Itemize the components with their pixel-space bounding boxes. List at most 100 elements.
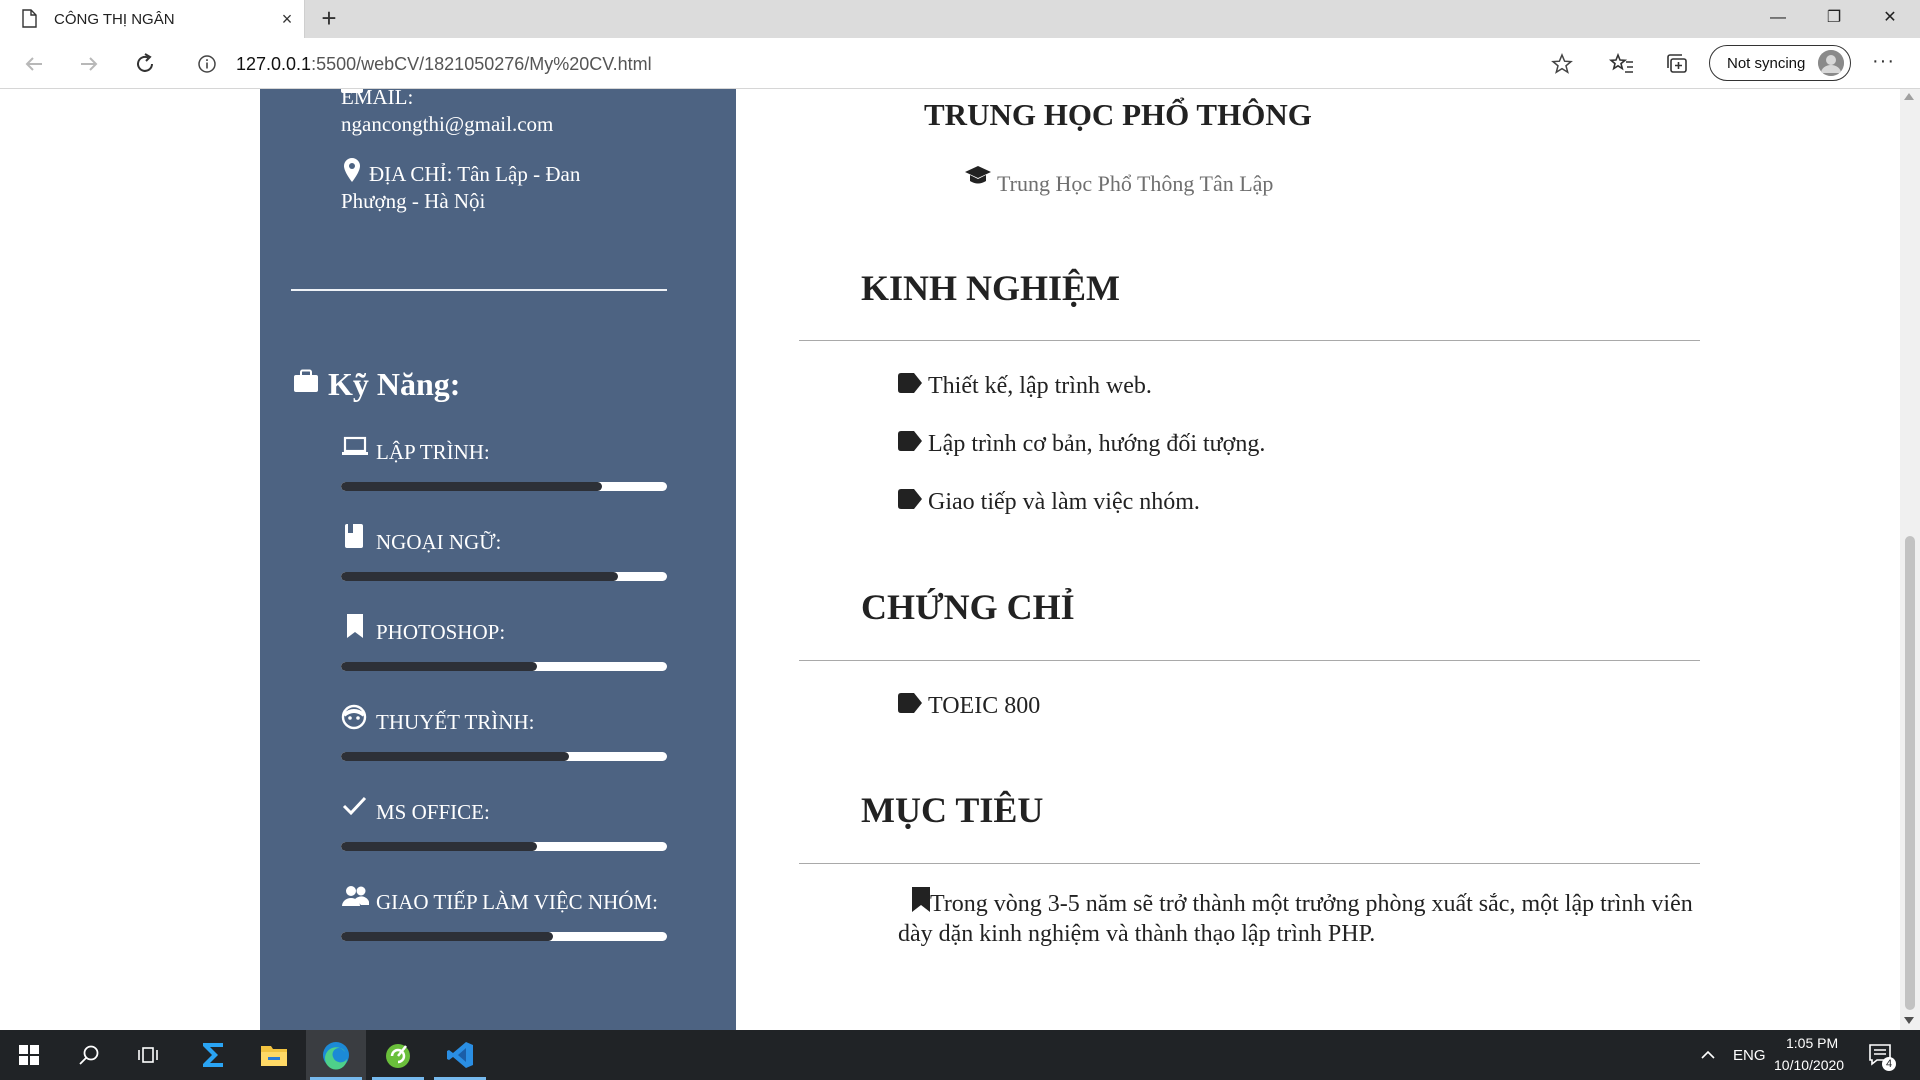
experience-item: Thiết kế, lập trình web. (898, 371, 1680, 401)
sync-label: Not syncing (1727, 55, 1806, 72)
skill-progress-bar (341, 932, 667, 941)
tab-strip: CÔNG THỊ NGÂN × + — ❐ ✕ (0, 0, 1920, 38)
skill-foreign-language: NGOẠI NGỮ: (341, 524, 667, 584)
taskbar-sigma-app[interactable] (183, 1030, 243, 1080)
scroll-up-arrow-icon[interactable] (1904, 93, 1914, 100)
favorites-icon[interactable] (1608, 50, 1636, 78)
notification-count-badge: 4 (1882, 1057, 1897, 1071)
skill-progress-bar (341, 572, 667, 581)
refresh-icon[interactable] (131, 50, 159, 78)
restore-button[interactable]: ❐ (1806, 0, 1862, 36)
bookmark-icon (347, 614, 363, 638)
smile-icon (341, 704, 367, 730)
skill-programming: LẬP TRÌNH: (341, 434, 667, 494)
skill-teamwork: GIAO TIẾP LÀM VIỆC NHÓM: (341, 884, 667, 944)
scrollbar-thumb[interactable] (1905, 536, 1915, 1010)
url-text[interactable]: 127.0.0.1:5500/webCV/1821050276/My%20CV.… (236, 54, 652, 75)
skill-label: GIAO TIẾP LÀM VIỆC NHÓM: (376, 890, 658, 914)
edge-browser-icon (323, 1042, 349, 1070)
minimize-button[interactable]: — (1750, 0, 1806, 36)
vertical-scrollbar[interactable] (1900, 89, 1920, 1030)
skill-label: NGOẠI NGỮ: (376, 530, 502, 554)
profile-avatar-icon (1818, 50, 1844, 76)
book-icon (345, 524, 363, 548)
skill-progress-fill (341, 572, 619, 581)
sidebar-divider (291, 289, 667, 291)
goal-text: Trong vòng 3-5 năm sẽ trở thành một trưở… (898, 891, 1693, 947)
skill-progress-bar (341, 482, 667, 491)
taskbar-vscode[interactable] (430, 1030, 490, 1080)
task-view-icon[interactable] (138, 1044, 160, 1066)
taskbar-app-green[interactable] (368, 1030, 428, 1080)
tab-cv[interactable]: CÔNG THỊ NGÂN × (0, 0, 305, 38)
tab-title: CÔNG THỊ NGÂN (54, 11, 175, 28)
tag-icon (898, 693, 922, 713)
taskbar-file-explorer[interactable] (244, 1030, 304, 1080)
folder-icon (261, 1046, 287, 1066)
clock-date[interactable]: 10/10/2020 (1774, 1057, 1844, 1073)
experience-divider (799, 340, 1700, 341)
url-host: 127.0.0.1 (236, 54, 312, 74)
skill-photoshop: PHOTOSHOP: (341, 614, 667, 674)
new-tab-button[interactable]: + (316, 5, 342, 32)
site-info-icon[interactable] (197, 54, 217, 74)
collections-icon[interactable] (1663, 50, 1691, 78)
education-heading: TRUNG HỌC PHỔ THÔNG (924, 97, 1312, 132)
skills-heading: Kỹ Năng: (328, 366, 461, 402)
page-viewport: EMAIL: ngancongthi@gmail.com ĐỊA CHỈ: Tâ… (0, 89, 1900, 1030)
page-icon (22, 9, 37, 28)
skill-progress-fill (341, 662, 537, 671)
briefcase-icon (294, 369, 318, 392)
bookmark-icon (912, 887, 930, 912)
experience-text: Thiết kế, lập trình web. (928, 373, 1152, 399)
skill-label: THUYẾT TRÌNH: (376, 710, 535, 734)
experience-text: Giao tiếp và làm việc nhóm. (928, 489, 1200, 515)
certificate-text: TOEIC 800 (928, 693, 1041, 719)
school-name: Trung Học Phổ Thông Tân Lập (997, 171, 1274, 196)
tab-close-icon[interactable]: × (276, 8, 298, 30)
tag-icon (898, 489, 922, 509)
sync-button[interactable]: Not syncing (1709, 45, 1851, 81)
experience-title: KINH NGHIỆM (861, 268, 1121, 308)
address-bar[interactable]: 127.0.0.1:5500/webCV/1821050276/My%20CV.… (178, 44, 1588, 82)
url-path: :5500/webCV/1821050276/My%20CV.html (311, 54, 652, 74)
experience-text: Lập trình cơ bản, hướng đối tượng. (928, 431, 1266, 457)
goal-item: Trong vòng 3-5 năm sẽ trở thành một trưở… (898, 887, 1698, 949)
show-hidden-icons-chevron-up-icon[interactable] (1700, 1047, 1716, 1063)
back-icon[interactable] (20, 50, 48, 78)
skill-label: PHOTOSHOP: (376, 620, 506, 644)
tag-icon (898, 431, 922, 451)
favorite-star-icon[interactable] (1551, 53, 1573, 75)
skill-presentation: THUYẾT TRÌNH: (341, 704, 667, 764)
input-language[interactable]: ENG (1733, 1047, 1766, 1064)
skill-ms-office: MS OFFICE: (341, 794, 667, 854)
search-icon[interactable] (78, 1044, 100, 1066)
forward-icon[interactable] (75, 50, 103, 78)
sigma-app-icon (203, 1043, 223, 1067)
windows-start-icon[interactable] (19, 1045, 39, 1065)
skill-progress-fill (341, 482, 602, 491)
clock-time[interactable]: 1:05 PM (1786, 1035, 1838, 1051)
certificates-divider (799, 660, 1700, 661)
browser-toolbar: 127.0.0.1:5500/webCV/1821050276/My%20CV.… (0, 38, 1920, 89)
contact-address: ĐỊA CHỈ: Tân Lập - Đan Phượng - Hà Nội (341, 162, 581, 213)
experience-item: Lập trình cơ bản, hướng đối tượng. (898, 429, 1680, 459)
users-icon (342, 886, 369, 906)
taskbar-edge[interactable] (306, 1030, 366, 1080)
laptop-icon (342, 436, 368, 455)
contact-email: EMAIL: ngancongthi@gmail.com (341, 89, 554, 136)
cv-main-content: TRUNG HỌC PHỔ THÔNG Trung Học Phổ Thông … (736, 89, 1900, 1030)
settings-more-button[interactable]: ··· (1872, 50, 1895, 73)
goal-title: MỤC TIÊU (861, 790, 1044, 830)
tag-icon (898, 373, 922, 393)
windows-taskbar: ENG 1:05 PM 10/10/2020 4 (0, 1030, 1920, 1080)
scroll-down-arrow-icon[interactable] (1904, 1017, 1914, 1024)
check-icon (342, 796, 367, 816)
skill-progress-fill (341, 842, 537, 851)
skill-label: MS OFFICE: (376, 800, 490, 824)
skill-progress-bar (341, 752, 667, 761)
cv-sidebar: EMAIL: ngancongthi@gmail.com ĐỊA CHỈ: Tâ… (260, 89, 736, 1030)
experience-item: Giao tiếp và làm việc nhóm. (898, 487, 1680, 517)
skill-progress-bar (341, 842, 667, 851)
close-window-button[interactable]: ✕ (1862, 0, 1918, 36)
